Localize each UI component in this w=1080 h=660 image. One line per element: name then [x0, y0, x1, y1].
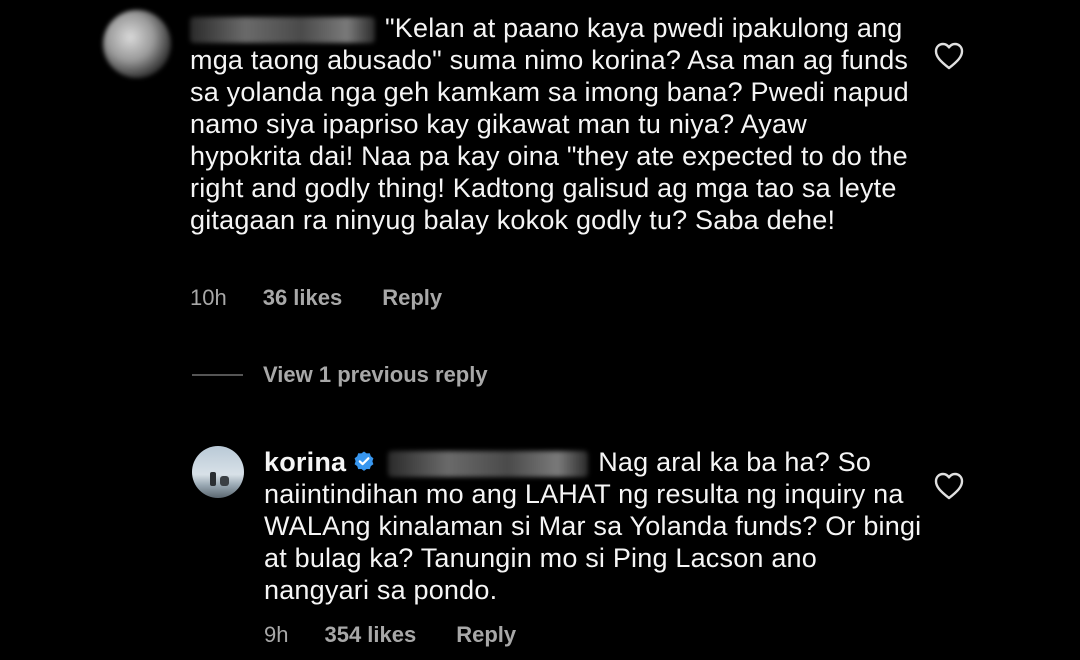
comment-meta: 10h 36 likes Reply — [190, 285, 442, 311]
comment-meta: 9h 354 likes Reply — [264, 622, 516, 648]
view-replies-label: View 1 previous reply — [263, 362, 488, 387]
comment-body: korina Nag aral ka ba ha? So naiintindih… — [264, 446, 924, 606]
heart-outline-icon[interactable] — [934, 472, 964, 500]
reply-comment: korina Nag aral ka ba ha? So naiintindih… — [0, 430, 1080, 660]
avatar[interactable] — [103, 10, 171, 78]
avatar-figure — [220, 476, 229, 486]
heart-outline-icon[interactable] — [934, 42, 964, 70]
comment-body: "Kelan at paano kaya pwedi ipakulong ang… — [190, 12, 910, 236]
view-previous-replies[interactable]: View 1 previous reply — [192, 362, 488, 388]
comment-time: 10h — [190, 285, 227, 310]
comment-text: "Kelan at paano kaya pwedi ipakulong ang… — [190, 13, 909, 235]
comment: "Kelan at paano kaya pwedi ipakulong ang… — [0, 0, 1080, 330]
comment-time: 9h — [264, 622, 289, 647]
avatar-figure — [210, 472, 216, 486]
verified-badge-icon — [354, 451, 374, 471]
avatar[interactable] — [192, 446, 244, 498]
comment-likes[interactable]: 354 likes — [324, 622, 416, 648]
reply-button[interactable]: Reply — [456, 622, 516, 648]
replies-divider-line — [192, 374, 243, 376]
username[interactable]: korina — [264, 447, 346, 477]
comment-likes[interactable]: 36 likes — [263, 285, 343, 311]
username-redacted[interactable] — [388, 450, 589, 477]
username-redacted[interactable] — [190, 16, 375, 43]
reply-button[interactable]: Reply — [382, 285, 442, 311]
